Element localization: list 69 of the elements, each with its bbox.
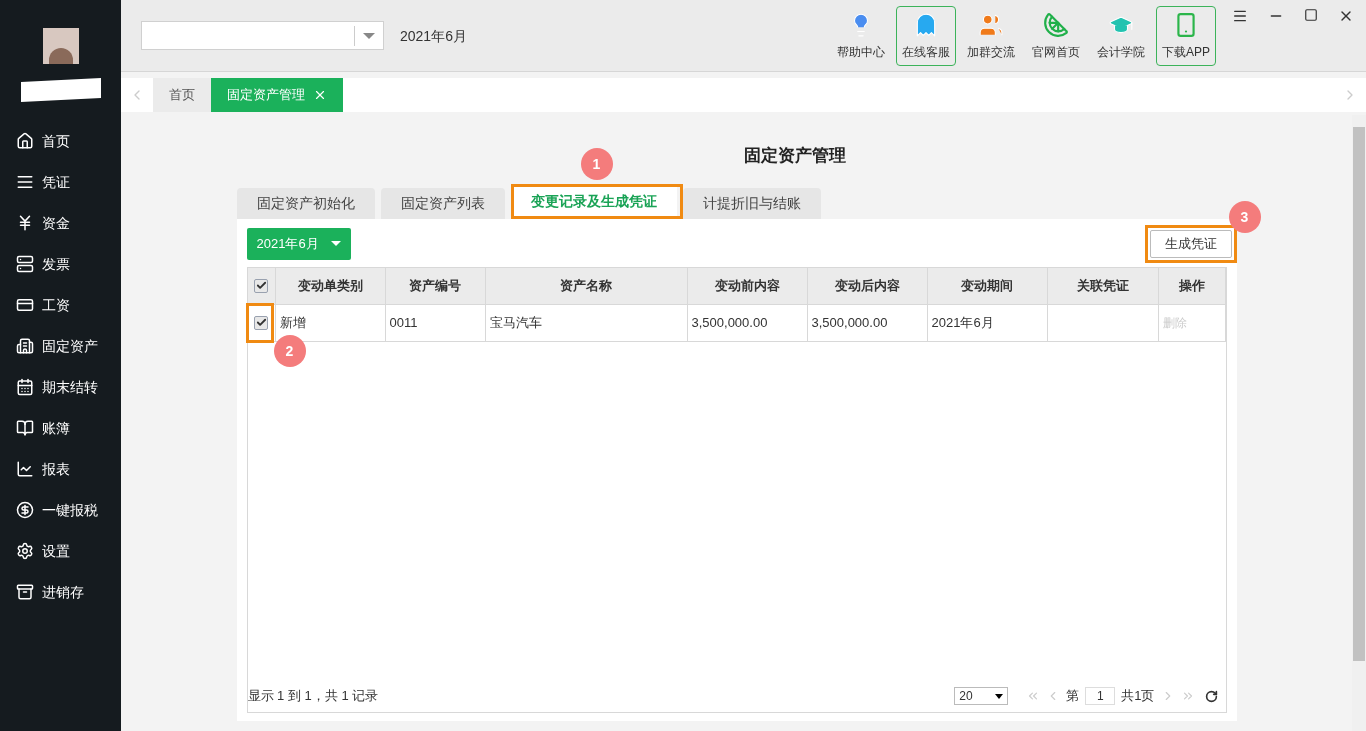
tab[interactable]: 计提折旧与结账 <box>682 187 821 219</box>
record-summary: 显示 1 到 1，共 1 记录 <box>247 687 379 706</box>
step-badge: 3 <box>1228 200 1261 233</box>
caret-icon <box>995 693 1004 699</box>
page-tab[interactable]: 首页 <box>153 78 211 112</box>
dollar-icon <box>16 500 34 519</box>
sidebar-item[interactable]: 进销存 <box>0 571 121 612</box>
current-period: 2021年6月 <box>400 26 467 46</box>
column-header: 变动前内容 <box>687 267 808 304</box>
page-number-field[interactable]: 1 <box>1085 687 1116 705</box>
cabinet-icon <box>16 582 34 601</box>
highlight-frame <box>245 302 274 343</box>
toolbar-button[interactable]: 会计学院 <box>1091 6 1151 66</box>
table-cell: 2021年6月 <box>927 304 1048 341</box>
refresh-icon[interactable] <box>1204 689 1218 703</box>
house-icon <box>16 131 34 150</box>
chart-icon <box>16 459 34 478</box>
page-prefix: 第 <box>1066 687 1080 706</box>
generate-voucher-button[interactable]: 生成凭证 <box>1149 229 1232 258</box>
avatar <box>42 28 79 64</box>
maximize-icon[interactable] <box>1304 8 1318 22</box>
toolbar-button[interactable]: 在线客服 <box>896 6 956 66</box>
toolbar-button[interactable]: 帮助中心 <box>831 6 891 66</box>
sidebar-item[interactable]: 设置 <box>0 530 121 571</box>
column-header: 变动后内容 <box>807 267 928 304</box>
column-header: 资产名称 <box>485 267 688 304</box>
sidebar-item[interactable]: 发票 <box>0 243 121 284</box>
caret-icon <box>363 32 375 39</box>
settings-icon <box>16 541 34 560</box>
sidebar-item[interactable]: 资金 <box>0 202 121 243</box>
drawer-icon <box>16 254 34 273</box>
sidebar-item[interactable]: 报表 <box>0 448 121 489</box>
book-icon <box>16 418 34 437</box>
sidebar-item[interactable]: 工资 <box>0 284 121 325</box>
column-header: 关联凭证 <box>1047 267 1159 304</box>
toolbar-button[interactable]: 官网首页 <box>1026 6 1086 66</box>
table-cell: 0011 <box>385 304 486 341</box>
tab[interactable]: 固定资产列表 <box>380 187 505 219</box>
sidebar-item[interactable]: 期末结转 <box>0 366 121 407</box>
caret-icon <box>330 241 341 246</box>
column-header: 资产编号 <box>385 267 486 304</box>
checkbox[interactable] <box>254 315 268 330</box>
column-header: 操作 <box>1158 267 1226 304</box>
sidebar-item[interactable]: 凭证 <box>0 161 121 202</box>
page-title: 固定资产管理 <box>743 145 846 167</box>
page-count: 共1页 <box>1121 687 1155 706</box>
tab[interactable]: 固定资产初始化 <box>236 187 375 219</box>
table-cell: 3,500,000.00 <box>687 304 808 341</box>
column-header: 变动单类别 <box>275 267 386 304</box>
building-icon <box>16 336 34 355</box>
table-cell: 宝马汽车 <box>485 304 688 341</box>
step-badge: 2 <box>273 334 306 367</box>
column-header: 变动期间 <box>927 267 1048 304</box>
checkbox[interactable] <box>254 278 268 293</box>
lime-icon <box>1043 12 1069 38</box>
menu-icon[interactable] <box>1232 8 1248 24</box>
table-cell: 3,500,000.00 <box>807 304 928 341</box>
page-size-select[interactable]: 20 <box>954 687 1009 705</box>
sidebar-item[interactable]: 首页 <box>0 120 121 161</box>
step-badge: 1 <box>580 147 613 180</box>
sidebar-item[interactable]: 固定资产 <box>0 325 121 366</box>
table-cell: 新增 <box>275 304 386 341</box>
calendar-icon <box>16 377 34 396</box>
company-select[interactable] <box>141 21 384 50</box>
toolbar-button[interactable]: 加群交流 <box>961 6 1021 66</box>
sidebar-item[interactable]: 一键报税 <box>0 489 121 530</box>
people-icon <box>978 12 1004 38</box>
sidebar-item[interactable]: 账簿 <box>0 407 121 448</box>
toolbar-button[interactable]: 下载APP <box>1156 6 1216 66</box>
